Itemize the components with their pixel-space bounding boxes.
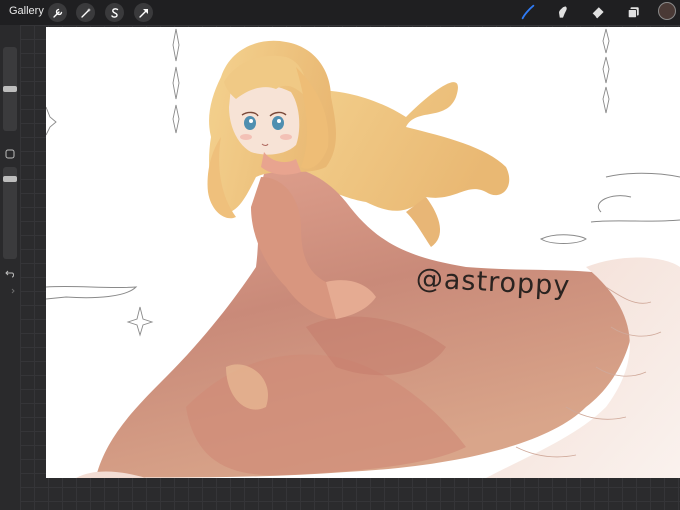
- color-picker[interactable]: [658, 2, 676, 20]
- artwork-illustration: [46, 28, 680, 478]
- undo-icon[interactable]: [5, 265, 15, 278]
- gallery-button[interactable]: Gallery: [9, 5, 44, 17]
- selection-icon[interactable]: [105, 3, 124, 22]
- redo-icon[interactable]: [5, 283, 15, 294]
- drawing-canvas[interactable]: @astroppy: [46, 27, 680, 478]
- left-sidebar: [0, 25, 20, 510]
- smudge-icon[interactable]: [553, 2, 573, 22]
- brush-size-handle[interactable]: [3, 86, 17, 92]
- wrench-icon[interactable]: [48, 3, 67, 22]
- transform-arrow-icon[interactable]: [134, 3, 153, 22]
- eraser-icon[interactable]: [588, 2, 608, 22]
- opacity-handle[interactable]: [3, 175, 17, 182]
- brush-icon[interactable]: [518, 2, 538, 22]
- layers-icon[interactable]: [623, 2, 643, 22]
- modify-square-icon[interactable]: [5, 146, 15, 159]
- magic-wand-icon[interactable]: [76, 3, 95, 22]
- top-toolbar: Gallery: [0, 0, 680, 25]
